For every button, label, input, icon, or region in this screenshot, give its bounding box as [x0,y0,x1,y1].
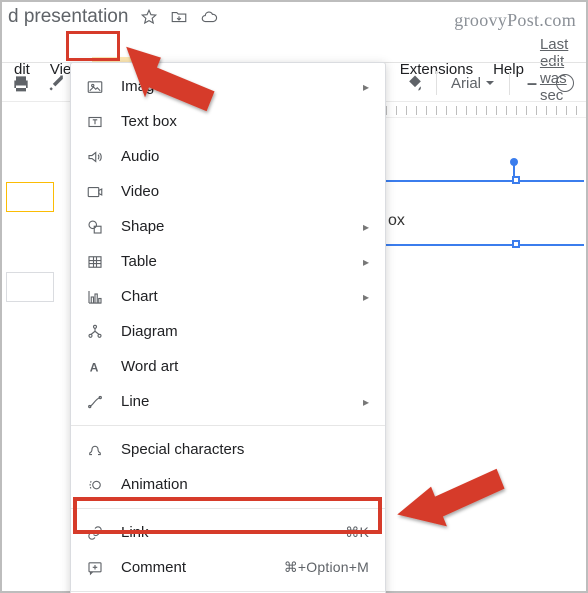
menu-separator [71,508,385,509]
watermark: groovyPost.com [454,10,576,31]
textbox-content-fragment: ox [388,212,405,230]
ruler [386,103,586,118]
submenu-arrow-icon: ▸ [363,220,369,234]
submenu-arrow-icon: ▸ [363,395,369,409]
specialchars-icon [85,440,105,460]
animation-icon [85,475,105,495]
slide-thumbnails-panel [6,182,62,482]
resize-handle-icon[interactable] [512,240,520,248]
menu-item-label: Line [121,393,347,410]
menu-item-label: Word art [121,358,369,375]
menu-item-label: Shape [121,218,347,235]
menu-item-label: Comment [121,559,268,576]
menu-item-audio[interactable]: Audio [71,139,385,174]
print-icon[interactable] [10,72,32,94]
cloud-status-icon[interactable] [200,8,218,26]
submenu-arrow-icon: ▸ [363,80,369,94]
menu-item-label: Diagram [121,323,369,340]
fill-color-icon[interactable] [404,72,426,94]
diagram-icon [85,322,105,342]
slide-thumbnail[interactable] [6,182,54,212]
move-folder-icon[interactable] [170,8,188,26]
audio-icon [85,147,105,167]
wordart-icon: A [85,357,105,377]
textbox-icon [85,112,105,132]
toolbar-separator [436,71,437,95]
doc-title[interactable]: d presentation [8,6,128,28]
selected-textbox[interactable] [384,180,584,252]
menu-item-shape[interactable]: Shape ▸ [71,209,385,244]
menu-separator [71,425,385,426]
menu-item-link[interactable]: Link ⌘K [71,515,385,550]
menu-item-comment[interactable]: Comment ⌘+Option+M [71,550,385,585]
menu-item-label: Video [121,183,369,200]
link-icon [85,523,105,543]
slide-thumbnail[interactable] [6,272,54,302]
paint-format-icon[interactable] [46,72,68,94]
chart-icon [85,287,105,307]
menu-item-textbox[interactable]: Text box [71,104,385,139]
comment-icon [85,558,105,578]
font-selector[interactable]: Arial [447,75,499,92]
shortcut: ⌘+Option+M [284,559,369,576]
menu-item-video[interactable]: Video [71,174,385,209]
menu-item-diagram[interactable]: Diagram [71,314,385,349]
toolbar-separator [509,71,510,95]
menu-separator [71,591,385,592]
menu-item-label: Audio [121,148,369,165]
table-icon [85,252,105,272]
menu-item-specialchars[interactable]: Special characters [71,432,385,467]
shape-icon [85,217,105,237]
menu-item-image[interactable]: Image ▸ [71,69,385,104]
image-icon [85,77,105,97]
menu-item-label: Image [121,78,347,95]
font-size-decrease[interactable]: – [520,71,544,95]
insert-dropdown: Image ▸ Text box Audio Video Shape ▸ Tab… [70,62,386,593]
document-titlebar: d presentation [2,6,218,28]
menu-item-line[interactable]: Line ▸ [71,384,385,419]
font-name: Arial [451,75,481,92]
svg-text:A: A [90,360,99,374]
menu-item-label: Link [121,524,329,541]
line-icon [85,392,105,412]
menu-item-label: Animation [121,476,369,493]
menu-item-label: Text box [121,113,369,130]
menu-item-table[interactable]: Table ▸ [71,244,385,279]
menu-item-label: Chart [121,288,347,305]
resize-handle-icon[interactable] [512,176,520,184]
menu-item-label: Special characters [121,441,369,458]
video-icon [85,182,105,202]
menu-item-wordart[interactable]: A Word art [71,349,385,384]
font-size-field[interactable] [556,74,574,92]
shortcut: ⌘K [345,524,369,541]
menu-item-chart[interactable]: Chart ▸ [71,279,385,314]
submenu-arrow-icon: ▸ [363,290,369,304]
submenu-arrow-icon: ▸ [363,255,369,269]
slide-canvas[interactable]: ox [386,118,584,587]
menu-item-label: Table [121,253,347,270]
star-icon[interactable] [140,8,158,26]
menu-item-animation[interactable]: Animation [71,467,385,502]
